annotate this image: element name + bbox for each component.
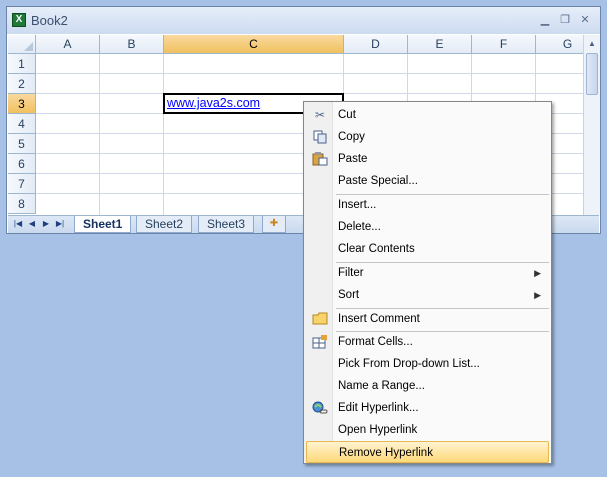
- column-header-c[interactable]: C: [164, 35, 344, 54]
- sheet-tab-sheet2[interactable]: Sheet2: [136, 216, 193, 233]
- last-sheet-icon[interactable]: ▶|: [54, 218, 66, 230]
- menu-item-label: Cut: [338, 109, 356, 121]
- menu-item-label: Clear Contents: [338, 243, 415, 255]
- row-header-6[interactable]: 6: [8, 154, 36, 174]
- menu-item-remove-hyperlink[interactable]: Remove Hyperlink: [306, 441, 549, 463]
- menu-item-cut[interactable]: ✂ Cut: [306, 104, 549, 126]
- scroll-up-icon[interactable]: ▲: [585, 37, 599, 51]
- vertical-scrollbar[interactable]: ▲: [583, 35, 600, 215]
- menu-item-label: Copy: [338, 131, 365, 143]
- menu-item-label: Insert Comment: [338, 313, 420, 325]
- select-all-button[interactable]: [8, 35, 36, 54]
- menu-item-paste-special[interactable]: Paste Special...: [306, 170, 549, 192]
- close-button[interactable]: ✕: [578, 13, 592, 27]
- grid-line: [163, 54, 164, 215]
- vertical-scroll-thumb[interactable]: [586, 53, 598, 95]
- menu-item-format-cells[interactable]: Format Cells...: [306, 331, 549, 353]
- column-header-b[interactable]: B: [100, 35, 164, 54]
- sheet-tab-sheet3[interactable]: Sheet3: [198, 216, 255, 233]
- first-sheet-icon[interactable]: |◀: [12, 218, 24, 230]
- row-header-5[interactable]: 5: [8, 134, 36, 154]
- menu-item-label: Paste Special...: [338, 175, 418, 187]
- minimize-button[interactable]: ▁: [538, 13, 552, 27]
- hyperlink-cell-text[interactable]: www.java2s.com: [167, 96, 260, 110]
- submenu-arrow-icon: ▶: [534, 290, 541, 300]
- context-menu: ✂ Cut Copy Paste Paste Special... Insert…: [303, 101, 552, 464]
- menu-item-insert-comment[interactable]: Insert Comment: [306, 308, 549, 330]
- row-header-7[interactable]: 7: [8, 174, 36, 194]
- restore-button[interactable]: ❐: [558, 13, 572, 27]
- menu-item-delete[interactable]: Delete...: [306, 216, 549, 238]
- column-header-g[interactable]: G: [536, 35, 583, 54]
- menu-item-label: Sort: [338, 289, 360, 301]
- menu-item-pick-from-list[interactable]: Pick From Drop-down List...: [306, 353, 549, 375]
- sheet-tab-sheet1[interactable]: Sheet1: [74, 216, 132, 233]
- column-header-e[interactable]: E: [408, 35, 472, 54]
- comment-icon: [312, 312, 328, 326]
- menu-item-label: Paste: [338, 153, 368, 165]
- menu-item-label: Remove Hyperlink: [339, 447, 433, 459]
- format-cells-icon: [312, 335, 328, 349]
- menu-item-clear-contents[interactable]: Clear Contents: [306, 238, 549, 260]
- menu-item-insert[interactable]: Insert...: [306, 194, 549, 216]
- menu-item-filter[interactable]: Filter ▶: [306, 262, 549, 284]
- row-header-1[interactable]: 1: [8, 54, 36, 74]
- row-header-3[interactable]: 3: [8, 94, 36, 114]
- window-title: Book2: [31, 13, 68, 28]
- title-bar[interactable]: X Book2 ▁ ❐ ✕: [7, 7, 600, 34]
- submenu-arrow-icon: ▶: [534, 268, 541, 278]
- paste-icon: [312, 152, 328, 166]
- prev-sheet-icon[interactable]: ◀: [26, 218, 38, 230]
- menu-item-label: Edit Hyperlink...: [338, 402, 419, 414]
- menu-item-copy[interactable]: Copy: [306, 126, 549, 148]
- row-header-4[interactable]: 4: [8, 114, 36, 134]
- row-header-8[interactable]: 8: [8, 194, 36, 214]
- menu-item-label: Format Cells...: [338, 336, 413, 348]
- scissors-icon: ✂: [314, 108, 326, 122]
- menu-item-label: Filter: [338, 267, 364, 279]
- column-header-a[interactable]: A: [36, 35, 100, 54]
- row-header-2[interactable]: 2: [8, 74, 36, 94]
- menu-item-label: Name a Range...: [338, 380, 425, 392]
- menu-item-paste[interactable]: Paste: [306, 148, 549, 170]
- next-sheet-icon[interactable]: ▶: [40, 218, 52, 230]
- copy-icon: [312, 130, 328, 144]
- insert-worksheet-icon[interactable]: ✚: [262, 216, 286, 233]
- menu-item-open-hyperlink[interactable]: Open Hyperlink: [306, 419, 549, 441]
- menu-item-edit-hyperlink[interactable]: Edit Hyperlink...: [306, 397, 549, 419]
- grid-line: [99, 54, 100, 215]
- column-header-f[interactable]: F: [472, 35, 536, 54]
- menu-item-label: Pick From Drop-down List...: [338, 358, 480, 370]
- column-header-d[interactable]: D: [344, 35, 408, 54]
- menu-item-name-range[interactable]: Name a Range...: [306, 375, 549, 397]
- excel-icon[interactable]: X: [12, 13, 26, 27]
- menu-item-label: Insert...: [338, 199, 377, 211]
- menu-item-sort[interactable]: Sort ▶: [306, 284, 549, 306]
- menu-item-label: Open Hyperlink: [338, 424, 418, 436]
- grid-line: [36, 73, 583, 74]
- hyperlink-icon: [312, 401, 328, 415]
- menu-item-label: Delete...: [338, 221, 381, 233]
